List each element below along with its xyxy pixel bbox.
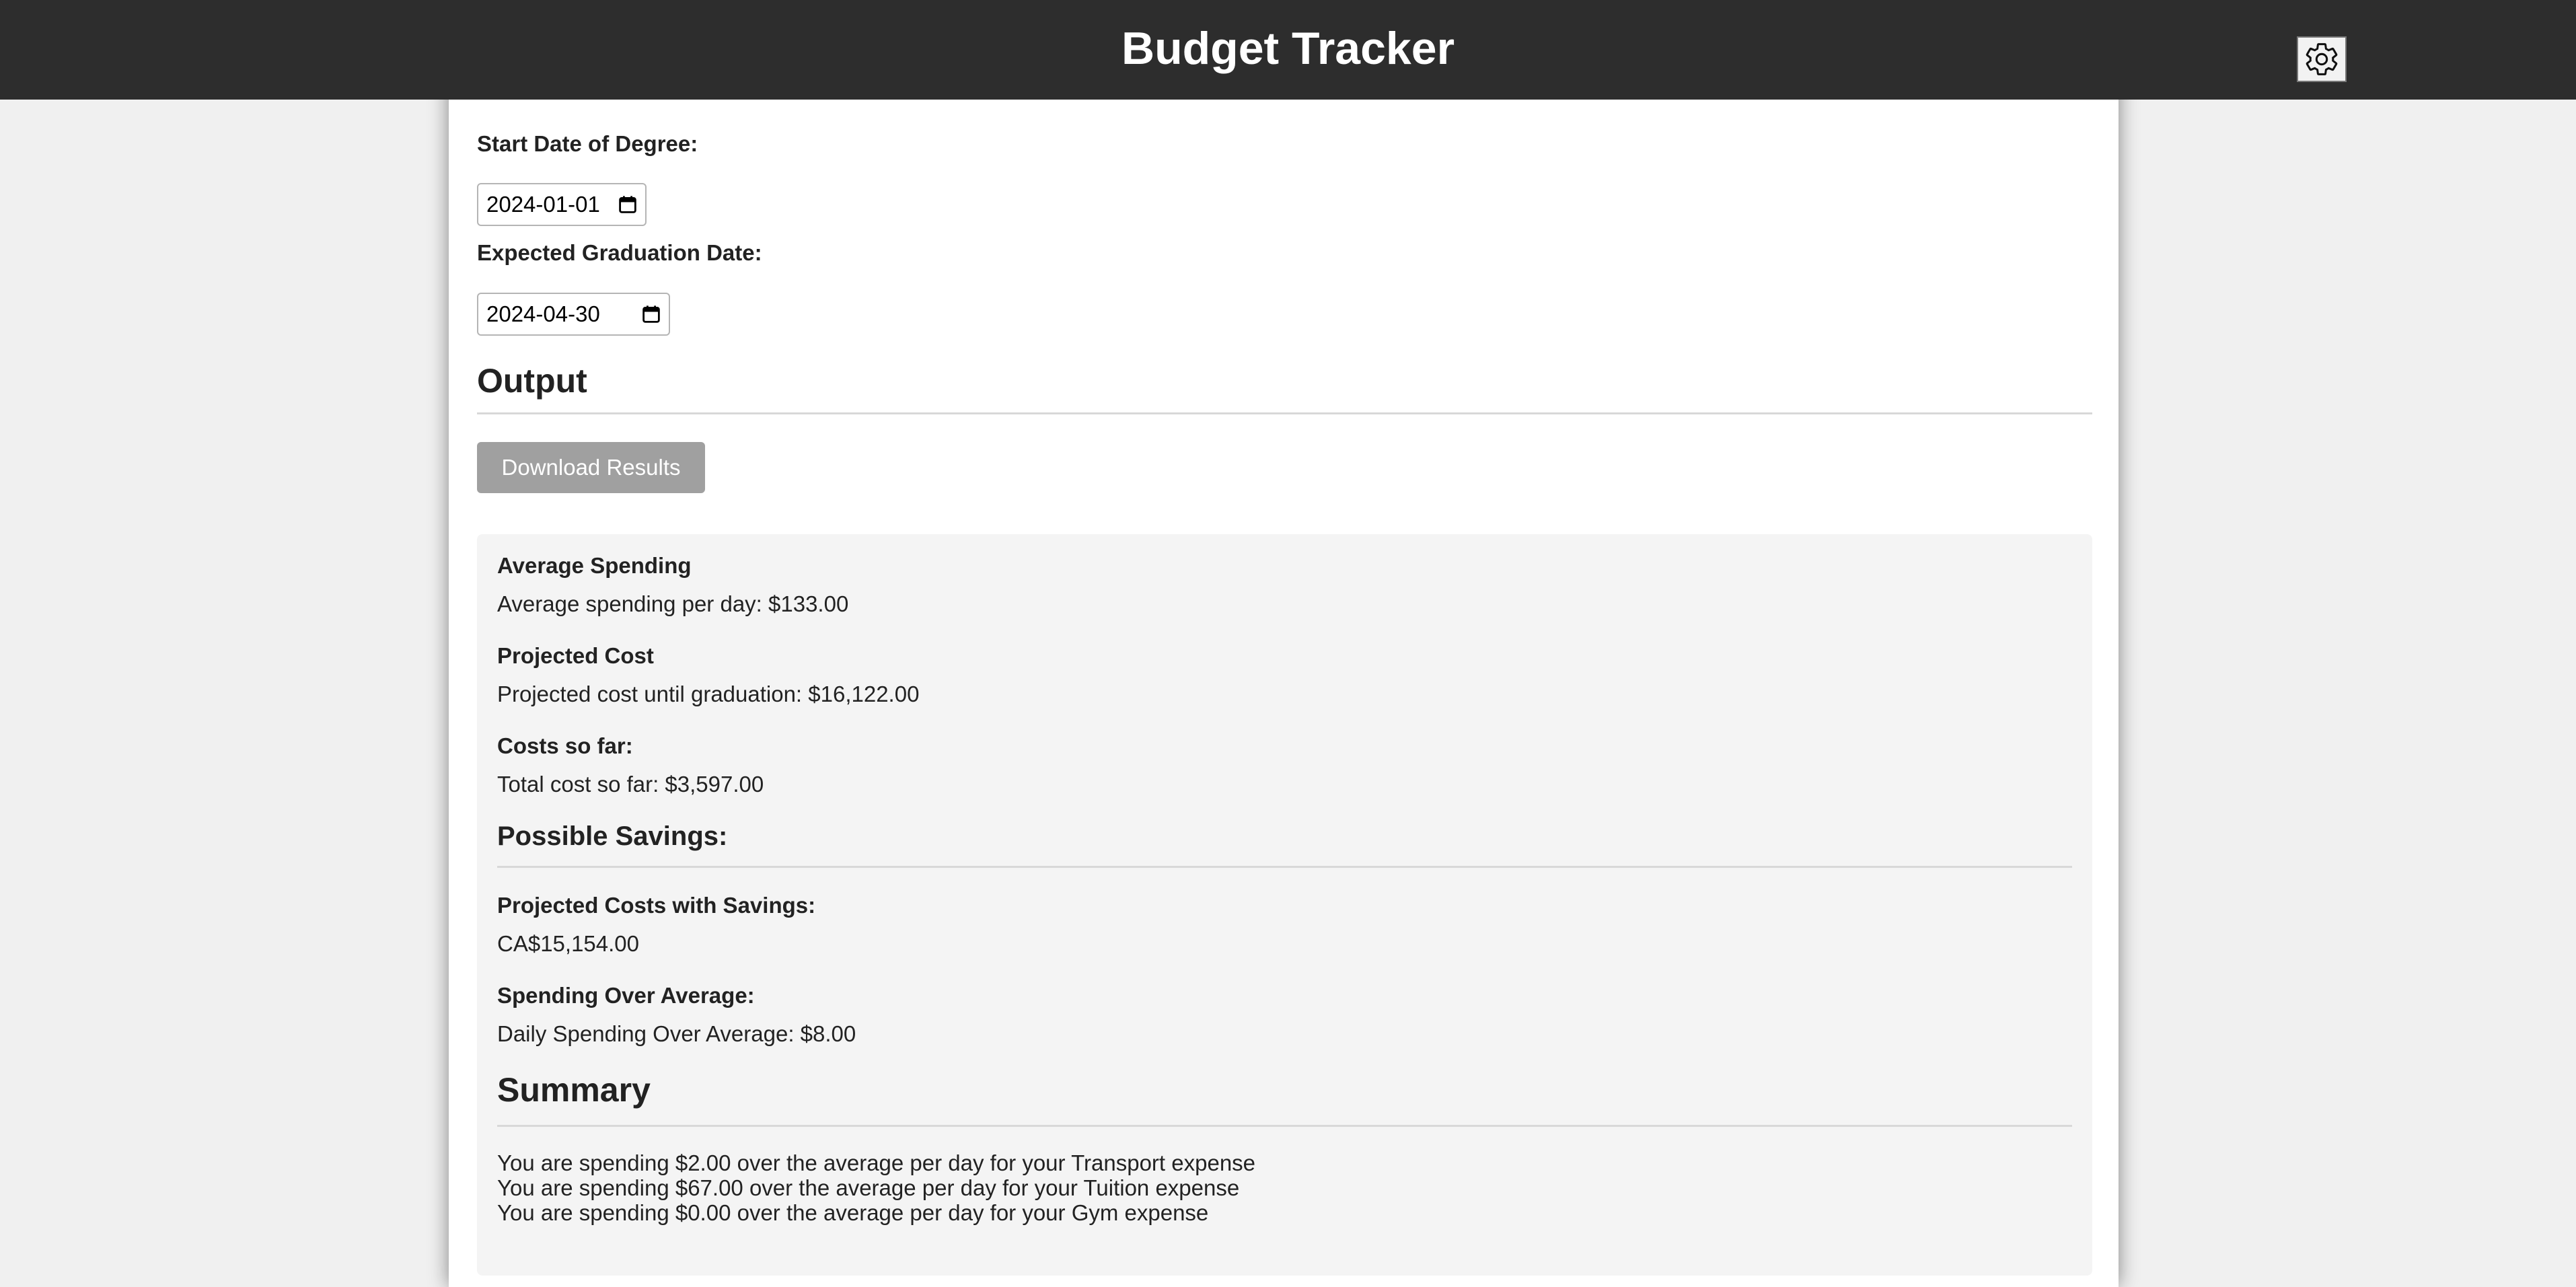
spending-over-average-heading: Spending Over Average: (497, 983, 755, 1008)
gear-icon (2306, 43, 2338, 75)
start-date-value: 2024-01-01 (486, 192, 600, 217)
graduation-date-input[interactable]: 2024-04-30 (477, 293, 670, 336)
start-date-input[interactable]: 2024-01-01 (477, 183, 647, 226)
settings-button[interactable] (2297, 36, 2347, 82)
summary-heading: Summary (497, 1071, 651, 1109)
download-results-button[interactable]: Download Results (477, 442, 705, 493)
average-spending-heading: Average Spending (497, 553, 692, 578)
projected-cost-text: Projected cost until graduation: $16,122… (497, 682, 920, 706)
main-panel: Start Date of Degree: 2024-01-01 Expecte… (449, 0, 2119, 1287)
projected-with-savings-text: CA$15,154.00 (497, 931, 640, 956)
calendar-icon[interactable] (618, 195, 637, 214)
projected-with-savings-heading: Projected Costs with Savings: (497, 893, 816, 918)
graduation-date-value: 2024-04-30 (486, 301, 600, 326)
spending-over-average-text: Daily Spending Over Average: $8.00 (497, 1021, 856, 1046)
summary-divider (497, 1125, 2072, 1127)
summary-line: You are spending $0.00 over the average … (497, 1200, 1209, 1225)
possible-savings-heading: Possible Savings: (497, 821, 728, 851)
summary-line: You are spending $67.00 over the average… (497, 1175, 1240, 1200)
start-date-label: Start Date of Degree: (477, 131, 698, 156)
app-header: Budget Tracker (0, 0, 2576, 100)
results-panel: Average Spending Average spending per da… (477, 534, 2092, 1276)
costs-so-far-text: Total cost so far: $3,597.00 (497, 772, 764, 797)
savings-divider (497, 866, 2072, 868)
summary-line: You are spending $2.00 over the average … (497, 1150, 1256, 1175)
calendar-icon[interactable] (642, 305, 661, 324)
output-divider (477, 412, 2092, 414)
costs-so-far-heading: Costs so far: (497, 733, 633, 758)
summary-list: You are spending $2.00 over the average … (497, 1150, 1255, 1225)
average-spending-text: Average spending per day: $133.00 (497, 591, 849, 616)
app-title: Budget Tracker (1121, 23, 1455, 74)
graduation-date-label: Expected Graduation Date: (477, 240, 762, 265)
output-heading: Output (477, 362, 587, 400)
projected-cost-heading: Projected Cost (497, 643, 654, 668)
